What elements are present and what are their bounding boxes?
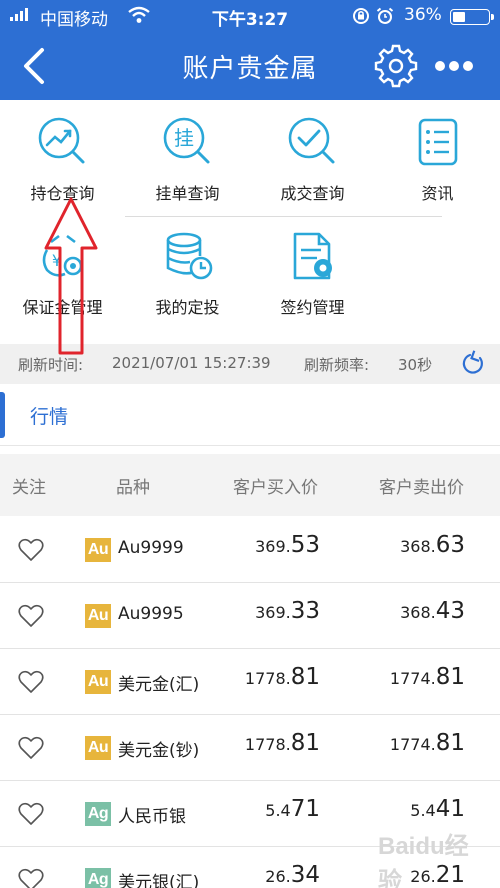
menu-contract-management[interactable]: 签约管理 [250,230,375,318]
alarm-icon [376,7,394,24]
silver-badge: Ag [85,802,111,826]
status-bar: 中国移动 下午3:27 36% [0,0,500,32]
gold-badge: Au [85,670,111,694]
more-options-icon[interactable] [432,58,476,74]
quote-table-header: 关注 品种 客户买入价 客户卖出价 [0,454,500,516]
gold-badge: Au [85,538,111,562]
menu-deal-query[interactable]: 成交查询 [250,116,375,204]
sell-price: 1774.81 [389,664,465,690]
menu-my-investment-plan[interactable]: 我的定投 [125,230,250,318]
quote-row[interactable]: Au 美元金(钞) 1778.81 1774.81 [0,715,500,781]
heart-outline-icon[interactable] [18,538,44,562]
menu-position-query[interactable]: 持仓查询 [0,116,125,204]
page-title: 账户贵金属 [182,54,318,84]
heart-outline-icon[interactable] [18,802,44,826]
rotation-lock-icon [353,8,369,24]
refresh-time-label: 刷新时间: [18,356,84,374]
buy-price: 369.33 [255,598,320,624]
variety-name: 美元金(汇) [118,675,200,695]
buy-price: 369.53 [255,532,320,558]
tab-market[interactable]: 行情 [30,402,68,429]
column-sell-price: 客户卖出价 [379,478,464,498]
buy-price: 1778.81 [244,730,320,756]
menu-divider [125,216,442,217]
heart-outline-icon[interactable] [18,604,44,628]
variety-name: 美元金(钞) [118,741,200,761]
contract-document-icon [293,232,332,280]
menu-label: 我的定投 [155,298,220,317]
app-root: 中国移动 下午3:27 36% 账户贵金属 持仓查询 挂 挂单查询 成交查询 资… [0,0,500,888]
red-annotation-arrow-icon [44,197,98,355]
sell-price: 5.441 [410,796,465,822]
buy-price: 5.471 [265,796,320,822]
silver-badge: Ag [85,868,111,888]
heart-outline-icon[interactable] [18,670,44,694]
active-tab-indicator [0,392,5,438]
variety-name: 美元银(汇) [118,873,200,888]
svg-text:挂: 挂 [174,126,194,150]
menu-pending-order-query[interactable]: 挂 挂单查询 [125,116,250,204]
column-variety: 品种 [116,478,150,498]
check-magnifier-icon [288,117,334,164]
news-list-icon [418,118,457,166]
gold-badge: Au [85,736,111,760]
refresh-time-value: 2021/07/01 15:27:39 [112,354,271,372]
top-header: 中国移动 下午3:27 36% 账户贵金属 [0,0,500,100]
menu-news[interactable]: 资讯 [375,116,500,204]
refresh-frequency-label: 刷新频率: [304,356,370,374]
battery-icon [450,9,494,25]
column-follow: 关注 [12,478,46,498]
pending-order-magnifier-icon: 挂 [163,117,209,164]
refresh-frequency-value[interactable]: 30秒 [398,354,432,375]
sell-price: 1774.81 [389,730,465,756]
gold-badge: Au [85,604,111,628]
quote-row[interactable]: Au 美元金(汇) 1778.81 1774.81 [0,649,500,715]
quote-row[interactable]: Au Au9995 369.33 368.43 [0,583,500,649]
market-tab-strip: 行情 [0,384,500,446]
quote-row[interactable]: Au Au9999 369.53 368.63 [0,517,500,583]
refresh-icon[interactable] [460,350,486,376]
menu-label: 签约管理 [280,298,345,317]
sell-price: 368.43 [400,598,465,624]
menu-label: 挂单查询 [155,184,220,203]
chart-magnifier-icon [38,117,84,164]
variety-name: Au9999 [118,538,184,558]
sell-price: 368.63 [400,532,465,558]
variety-name: Au9995 [118,604,184,624]
watermark: Baidu经验 [378,833,469,888]
buy-price: 26.34 [265,862,320,888]
buy-price: 1778.81 [244,664,320,690]
menu-label: 资讯 [421,184,454,203]
database-clock-icon [166,232,212,280]
battery-level [453,12,465,22]
heart-outline-icon[interactable] [18,736,44,760]
variety-name: 人民币银 [118,807,186,827]
menu-label: 成交查询 [280,184,345,203]
battery-percent: 36% [404,5,442,25]
settings-gear-icon[interactable] [374,44,418,88]
column-buy-price: 客户买入价 [233,478,318,498]
heart-outline-icon[interactable] [18,868,44,888]
